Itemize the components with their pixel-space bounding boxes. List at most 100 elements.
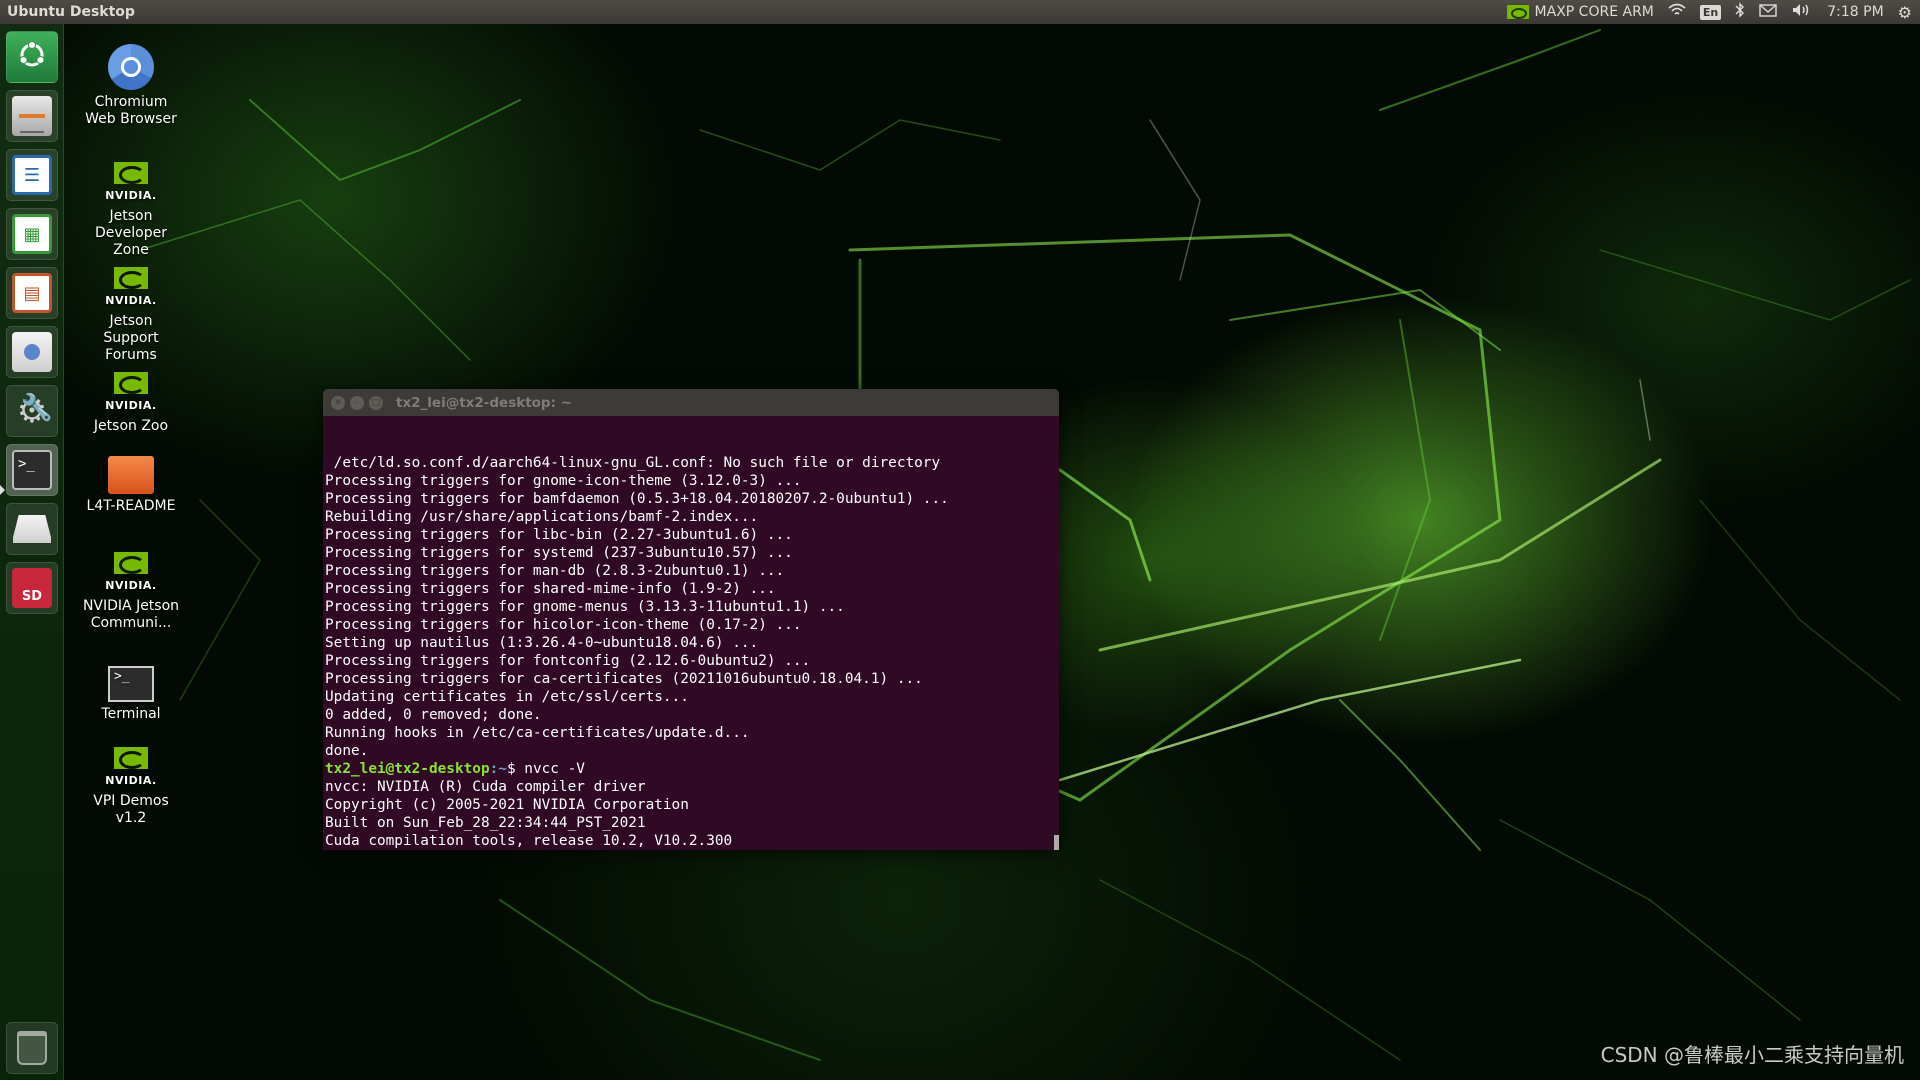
- nvidia-icon: NVIDIA.: [105, 552, 156, 596]
- mail-icon[interactable]: [1759, 3, 1777, 21]
- terminal-icon: >_: [108, 666, 154, 702]
- terminal-line: /etc/ld.so.conf.d/aarch64-linux-gnu_GL.c…: [325, 454, 1057, 472]
- power-mode-label: MAXP CORE ARM: [1534, 4, 1654, 20]
- clock[interactable]: 7:18 PM: [1827, 4, 1883, 20]
- terminal-prompt-line: tx2_lei@tx2-desktop:~$ nvcc -V: [325, 760, 1057, 778]
- terminal-line: Processing triggers for hicolor-icon-the…: [325, 616, 1057, 634]
- minimize-button[interactable]: –: [350, 395, 364, 410]
- terminal-line: Updating certificates in /etc/ssl/certs.…: [325, 688, 1057, 706]
- terminal-line: done.: [325, 742, 1057, 760]
- output-text: Processing triggers for fontconfig (2.12…: [325, 653, 811, 669]
- launcher-item-writer[interactable]: ☰: [6, 149, 58, 201]
- output-text: Processing triggers for man-db (2.8.3-2u…: [325, 563, 785, 579]
- desktop-icon-label: Terminal: [101, 706, 161, 722]
- terminal-line: Processing triggers for man-db (2.8.3-2u…: [325, 562, 1057, 580]
- power-mode-indicator[interactable]: MAXP CORE ARM: [1506, 4, 1654, 20]
- output-text: Built on Sun_Feb_28_22:34:44_PST_2021: [325, 815, 646, 831]
- terminal-icon: >_: [12, 450, 52, 490]
- prompt-user: tx2_lei@tx2-desktop: [325, 761, 490, 777]
- power-gear-icon[interactable]: ⚙: [1898, 3, 1912, 22]
- terminal-line: Running hooks in /etc/ca-certificates/up…: [325, 724, 1057, 742]
- output-text: Copyright (c) 2005-2021 NVIDIA Corporati…: [325, 797, 689, 813]
- terminal-line: Processing triggers for gnome-icon-theme…: [325, 472, 1057, 490]
- launcher-item-dash[interactable]: [6, 31, 58, 83]
- software-bag-icon: [12, 332, 52, 372]
- active-indicator: [0, 485, 5, 495]
- prompt-path: :~: [489, 761, 507, 777]
- output-text: Processing triggers for systemd (237-3ub…: [325, 545, 793, 561]
- output-text: Processing triggers for libc-bin (2.27-3…: [325, 527, 793, 543]
- output-text: /etc/ld.so.conf.d/aarch64-linux-gnu_GL.c…: [325, 455, 941, 471]
- launcher-item-calc[interactable]: ▦: [6, 208, 58, 260]
- desktop-icon-label: VPI Demos v1.2: [93, 793, 169, 826]
- desktop-icon-label: NVIDIA Jetson Communi...: [82, 598, 180, 631]
- desktop-icon-jetson-zoo[interactable]: NVIDIA. Jetson Zoo: [81, 372, 181, 435]
- desktop-icon-jetson-dev-zone[interactable]: NVIDIA. Jetson Developer Zone: [81, 162, 181, 259]
- sd-card-icon: SD: [12, 568, 52, 608]
- output-text: Cuda compilation tools, release 10.2, V1…: [325, 833, 733, 849]
- writer-icon: ☰: [12, 155, 52, 195]
- volume-icon[interactable]: [1791, 2, 1813, 22]
- terminal-line: Cuda compilation tools, release 10.2, V1…: [325, 832, 1057, 850]
- launcher-item-drive[interactable]: [6, 503, 58, 555]
- impress-icon: ▤: [12, 273, 52, 313]
- desktop-icon-jetson-forums[interactable]: NVIDIA. Jetson Support Forums: [81, 267, 181, 364]
- terminal-line: Processing triggers for gnome-menus (3.1…: [325, 598, 1057, 616]
- output-text: Rebuilding /usr/share/applications/bamf-…: [325, 509, 759, 525]
- desktop-icon-label: L4T-README: [86, 498, 176, 514]
- desktop-icon-vpi-demos[interactable]: NVIDIA. VPI Demos v1.2: [81, 747, 181, 827]
- output-text: nvcc: NVIDIA (R) Cuda compiler driver: [325, 779, 646, 795]
- launcher-item-sdcard[interactable]: SD: [6, 562, 58, 614]
- file-cabinet-icon: [12, 96, 52, 136]
- terminal-line: Processing triggers for systemd (237-3ub…: [325, 544, 1057, 562]
- nvidia-icon: NVIDIA.: [105, 162, 156, 206]
- wifi-icon[interactable]: [1668, 3, 1686, 21]
- launcher-item-files[interactable]: [6, 90, 58, 142]
- terminal-line: Built on Sun_Feb_28_22:34:44_PST_2021: [325, 814, 1057, 832]
- output-text: Setting up nautilus (1:3.26.4-0~ubuntu18…: [325, 635, 759, 651]
- bluetooth-icon[interactable]: [1735, 2, 1745, 22]
- launcher-item-trash[interactable]: [6, 1022, 58, 1074]
- top-panel: Ubuntu Desktop MAXP CORE ARM En 7:18 PM …: [0, 0, 1920, 24]
- trash-icon: [12, 1028, 52, 1068]
- nvidia-icon: NVIDIA.: [105, 747, 156, 791]
- terminal-output[interactable]: /etc/ld.so.conf.d/aarch64-linux-gnu_GL.c…: [323, 416, 1059, 850]
- output-text: Processing triggers for gnome-menus (3.1…: [325, 599, 845, 615]
- calc-icon: ▦: [12, 214, 52, 254]
- output-text: Processing triggers for ca-certificates …: [325, 671, 923, 687]
- maximize-button[interactable]: □: [369, 395, 383, 410]
- terminal-line: Processing triggers for libc-bin (2.27-3…: [325, 526, 1057, 544]
- desktop-icon-chromium[interactable]: Chromium Web Browser: [81, 44, 181, 128]
- settings-wrench-icon: ⚙ 🔧: [16, 391, 54, 431]
- terminal-line: Processing triggers for bamfdaemon (0.5.…: [325, 490, 1057, 508]
- desktop-icon-label: Chromium Web Browser: [85, 94, 177, 127]
- launcher-item-impress[interactable]: ▤: [6, 267, 58, 319]
- output-text: Processing triggers for bamfdaemon (0.5.…: [325, 491, 949, 507]
- terminal-scrollbar[interactable]: [1054, 835, 1059, 850]
- terminal-line: Processing triggers for shared-mime-info…: [325, 580, 1057, 598]
- desktop-icon-label: Jetson Support Forums: [103, 313, 159, 363]
- terminal-line: Processing triggers for fontconfig (2.12…: [325, 652, 1057, 670]
- desktop-icon-terminal[interactable]: >_ Terminal: [81, 666, 181, 723]
- desktop-icon-label: Jetson Zoo: [93, 418, 169, 434]
- desktop-icon-jetson-community[interactable]: NVIDIA. NVIDIA Jetson Communi...: [81, 552, 181, 632]
- watermark: CSDN @鲁棒最小二乘支持向量机: [1600, 1043, 1904, 1067]
- launcher-item-terminal[interactable]: >_: [6, 444, 58, 496]
- prompt-symbol: $: [506, 761, 525, 777]
- output-text: done.: [325, 743, 369, 759]
- launcher-item-settings[interactable]: ⚙ 🔧: [6, 385, 58, 437]
- terminal-window[interactable]: ✕ – □ tx2_lei@tx2-desktop: ~ /etc/ld.so.…: [323, 389, 1059, 850]
- terminal-line: Processing triggers for ca-certificates …: [325, 670, 1057, 688]
- output-text: Processing triggers for hicolor-icon-the…: [325, 617, 802, 633]
- terminal-line: 0 added, 0 removed; done.: [325, 706, 1057, 724]
- output-text: Processing triggers for gnome-icon-theme…: [325, 473, 802, 489]
- terminal-line: Rebuilding /usr/share/applications/bamf-…: [325, 508, 1057, 526]
- output-text: Running hooks in /etc/ca-certificates/up…: [325, 725, 750, 741]
- terminal-titlebar[interactable]: ✕ – □ tx2_lei@tx2-desktop: ~: [323, 389, 1059, 416]
- keyboard-layout-indicator[interactable]: En: [1699, 4, 1722, 20]
- terminal-line: Copyright (c) 2005-2021 NVIDIA Corporati…: [325, 796, 1057, 814]
- folder-icon: [108, 456, 154, 494]
- close-button[interactable]: ✕: [331, 395, 345, 410]
- desktop-icon-l4t-readme[interactable]: L4T-README: [81, 456, 181, 515]
- launcher-item-software[interactable]: [6, 326, 58, 378]
